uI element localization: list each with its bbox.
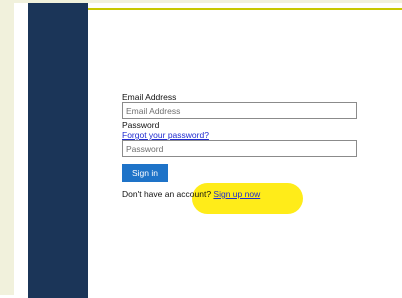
sign-in-form: Email Address Password Forgot your passw… <box>122 92 357 199</box>
forgot-password-link[interactable]: Forgot your password? <box>122 130 357 140</box>
signup-prompt-text: Don't have an account? <box>122 189 212 199</box>
signup-row: Don't have an account? Sign up now <box>122 189 357 199</box>
password-input[interactable] <box>122 140 357 157</box>
left-side-panel <box>28 3 88 298</box>
email-input[interactable] <box>122 102 357 119</box>
sign-in-button[interactable]: Sign in <box>122 164 168 182</box>
password-label: Password <box>122 120 160 130</box>
screenshot-frame: Email Address Password Forgot your passw… <box>0 0 402 298</box>
sign-up-now-link[interactable]: Sign up now <box>213 189 260 199</box>
email-label: Email Address <box>122 92 177 102</box>
